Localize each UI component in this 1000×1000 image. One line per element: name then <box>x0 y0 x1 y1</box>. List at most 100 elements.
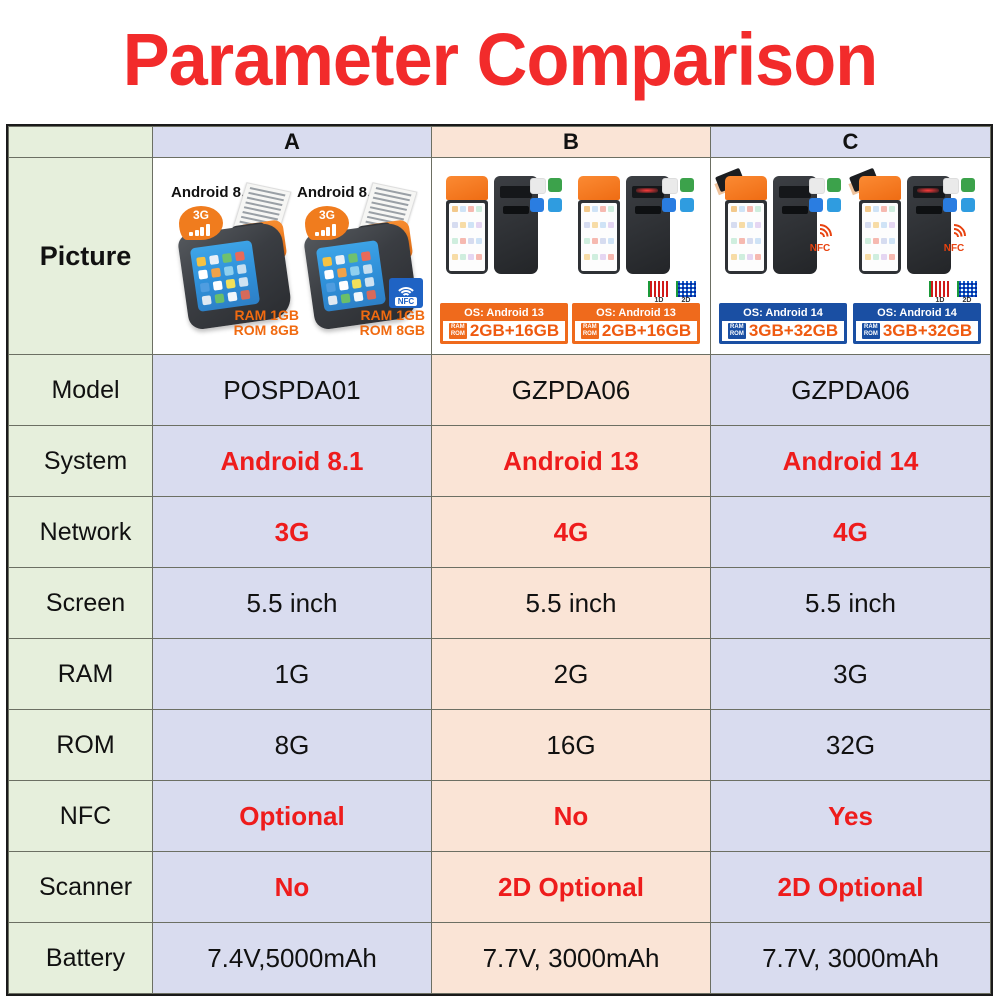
network-badge-3g: 3G <box>305 206 349 240</box>
device-pair <box>725 176 817 274</box>
cell-b-screen: 5.5 inch <box>431 567 711 639</box>
memory-label-a1: RAM 1GB ROM 8GB <box>234 308 299 338</box>
printer-slot-icon <box>779 186 811 198</box>
picture-wrap-c: NFC OS: Android 14 RAM ROM 3GB+32GB NFC … <box>711 158 990 354</box>
ram-label: RAM 1GB <box>234 307 299 323</box>
rom-label: ROM 8GB <box>233 322 299 338</box>
network-badge-label: 3G <box>318 208 335 222</box>
cell-c-nfc: Yes <box>710 780 991 852</box>
cell-b-model: GZPDA06 <box>431 354 711 426</box>
memory-tag: RAM ROM <box>861 323 880 339</box>
table-row: ROM 8G 16G 32G <box>8 709 991 781</box>
device-image-a1: Android 8.1 3G RAM 1GB ROM 8GB <box>167 182 299 338</box>
picture-cell-c: NFC OS: Android 14 RAM ROM 3GB+32GB NFC … <box>710 157 991 355</box>
parameter-comparison-table: A B C Picture Android 8.1 3G RAM 1GB ROM… <box>6 124 993 996</box>
cell-c-battery: 7.7V, 3000mAh <box>710 922 991 994</box>
row-label-scanner: Scanner <box>8 851 153 923</box>
device-screen-icon <box>446 200 488 274</box>
table-header-row: A B C <box>8 126 991 158</box>
picture-wrap-b: OS: Android 13 RAM ROM 2GB+16GB 1D 2D OS… <box>432 158 710 354</box>
device-pair <box>578 176 670 274</box>
ram-label: RAM 1GB <box>360 307 425 323</box>
row-label-picture: Picture <box>8 157 153 355</box>
cell-b-network: 4G <box>431 496 711 568</box>
cell-b-rom: 16G <box>431 709 711 781</box>
cell-a-battery: 7.4V,5000mAh <box>152 922 432 994</box>
cell-a-nfc: Optional <box>152 780 432 852</box>
nfc-wave-icon: NFC <box>937 219 971 254</box>
table-row: System Android 8.1 Android 13 Android 14 <box>8 425 991 497</box>
device-screen-icon <box>189 239 261 313</box>
device-image-a2: Android 8.1 3G NFC RAM 1GB ROM 8GB <box>293 182 425 338</box>
device-screen-icon <box>859 200 901 274</box>
table-row: Scanner No 2D Optional 2D Optional <box>8 851 991 923</box>
device-image-c1: NFC OS: Android 14 RAM ROM 3GB+32GB <box>714 167 847 346</box>
memory-tag-rom: ROM <box>450 331 465 337</box>
banner-memory: RAM ROM 2GB+16GB <box>443 321 565 341</box>
page-title: Parameter Comparison <box>122 18 879 101</box>
nfc-wave-label: NFC <box>809 243 831 254</box>
memory-tag-rom: ROM <box>729 331 744 337</box>
table-row: Network 3G 4G 4G <box>8 496 991 568</box>
memory-value: 3GB+32GB <box>748 321 839 340</box>
cell-c-rom: 32G <box>710 709 991 781</box>
row-label-system: System <box>8 425 153 497</box>
cell-a-rom: 8G <box>152 709 432 781</box>
table-row: NFC Optional No Yes <box>8 780 991 852</box>
table-row: RAM 1G 2G 3G <box>8 638 991 710</box>
table-row: Battery 7.4V,5000mAh 7.7V, 3000mAh 7.7V, 30… <box>8 922 991 994</box>
scanner-window-icon <box>635 206 661 214</box>
picture-cell-a: Android 8.1 3G RAM 1GB ROM 8GB Android 8… <box>152 157 432 355</box>
memory-tag-ram: RAM <box>864 324 878 330</box>
cell-a-screen: 5.5 inch <box>152 567 432 639</box>
memory-tag: RAM ROM <box>727 323 746 339</box>
table-row: Screen 5.5 inch 5.5 inch 5.5 inch <box>8 567 991 639</box>
printer-top-icon <box>578 176 620 200</box>
device-front-view <box>578 176 620 274</box>
cell-c-system: Android 14 <box>710 425 991 497</box>
barcode-1d: 1D <box>929 281 951 304</box>
scanner-laser-icon <box>636 188 658 193</box>
cell-c-screen: 5.5 inch <box>710 567 991 639</box>
device-image-c2: NFC 1D 2D OS: Android 14 RAM ROM 3GB+32G… <box>848 167 981 346</box>
cell-a-scanner: No <box>152 851 432 923</box>
cell-c-scanner: 2D Optional <box>710 851 991 923</box>
memory-value: 2GB+16GB <box>469 321 560 340</box>
picture-cell-b: OS: Android 13 RAM ROM 2GB+16GB 1D 2D OS… <box>431 157 711 355</box>
cell-a-system: Android 8.1 <box>152 425 432 497</box>
banner-os-label: OS: Android 14 <box>877 307 957 319</box>
row-label-nfc: NFC <box>8 780 153 852</box>
banner-memory: RAM ROM 3GB+32GB <box>722 321 844 341</box>
table-row-picture: Picture Android 8.1 3G RAM 1GB ROM 8GB A… <box>8 157 991 355</box>
printer-slot-icon <box>500 186 532 198</box>
table-row: Model POSPDA01 GZPDA06 GZPDA06 <box>8 354 991 426</box>
row-label-model: Model <box>8 354 153 426</box>
memory-value: 3GB+32GB <box>882 321 973 340</box>
network-badge-3g: 3G <box>179 206 223 240</box>
barcode-2d: 2D <box>957 281 977 304</box>
cell-a-ram: 1G <box>152 638 432 710</box>
device-pair <box>859 176 951 274</box>
scanner-window-icon <box>916 206 942 214</box>
comparison-page: Parameter Comparison A B C Picture Andro… <box>0 0 1000 1000</box>
device-screen-icon <box>578 200 620 274</box>
printer-top-icon <box>725 176 767 200</box>
device-front-view <box>446 176 488 274</box>
cell-c-network: 4G <box>710 496 991 568</box>
memory-tag: RAM ROM <box>580 323 599 339</box>
app-icons-group <box>809 178 841 212</box>
nfc-wave-icon: NFC <box>803 219 837 254</box>
device-front-view <box>859 176 901 274</box>
memory-value: 2GB+16GB <box>601 321 692 340</box>
memory-tag-ram: RAM <box>451 324 465 330</box>
device-front-view <box>725 176 767 274</box>
cell-c-model: GZPDA06 <box>710 354 991 426</box>
banner-os-label: OS: Android 13 <box>596 307 676 319</box>
scanner-window-icon <box>503 206 529 214</box>
memory-tag-rom: ROM <box>863 331 878 337</box>
nfc-wave-label: NFC <box>943 243 965 254</box>
header-cell-c: C <box>710 126 991 158</box>
header-cell-a: A <box>152 126 432 158</box>
row-label-network: Network <box>8 496 153 568</box>
row-label-screen: Screen <box>8 567 153 639</box>
